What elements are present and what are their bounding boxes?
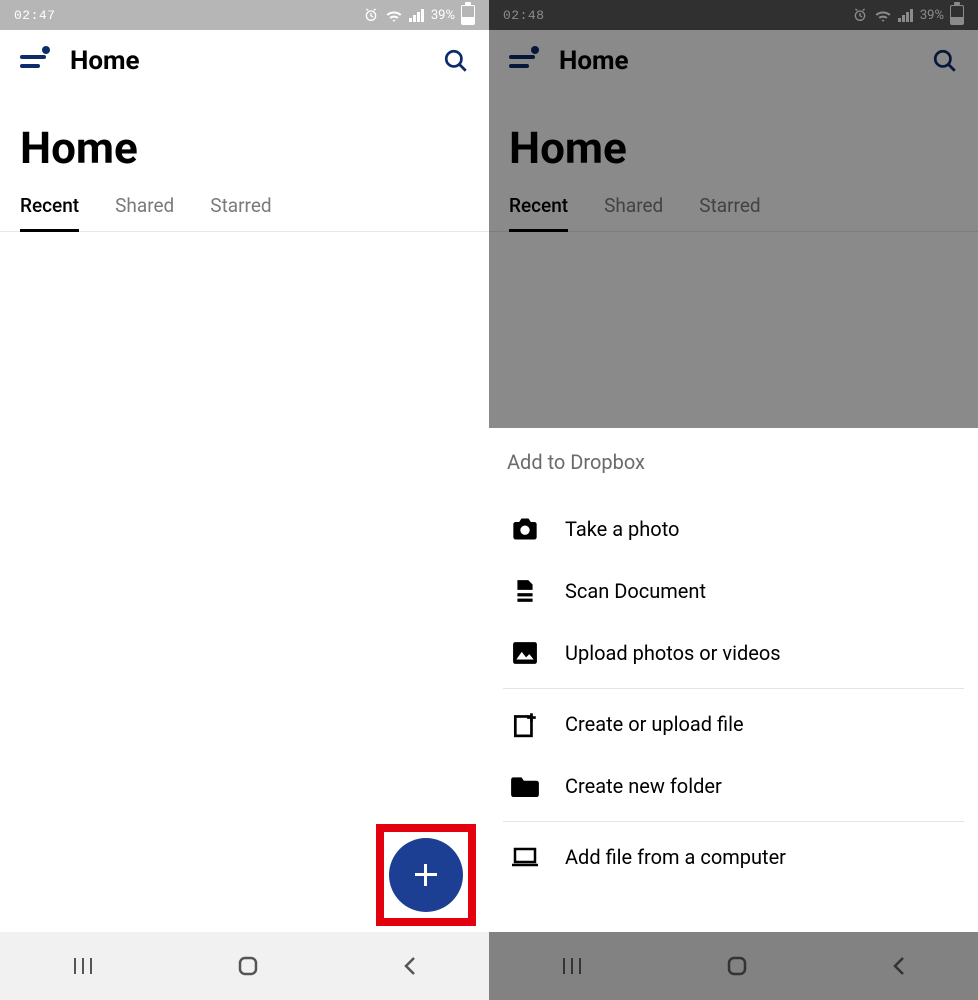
alarm-icon [363,7,379,23]
phone-screen-right: 02:48 39% Home Home [489,0,978,1000]
battery-percent: 39% [431,8,455,23]
status-bar: 02:47 39% [0,0,489,30]
camera-icon [511,516,539,542]
nav-home-button[interactable] [236,954,260,978]
nav-home-button[interactable] [725,954,749,978]
divider [503,688,964,689]
sheet-item-add-from-computer[interactable]: Add file from a computer [503,826,964,888]
laptop-icon [511,844,539,870]
sheet-item-upload-media[interactable]: Upload photos or videos [503,622,964,684]
sheet-item-create-upload-file[interactable]: Create or upload file [503,693,964,755]
tabs: Recent Shared Starred [0,194,489,232]
file-plus-icon [511,711,539,737]
folder-icon [511,773,539,799]
page-title: Home [0,92,489,194]
add-bottom-sheet: Add to Dropbox Take a photo Scan Documen… [489,428,978,932]
sheet-item-take-photo[interactable]: Take a photo [503,498,964,560]
scan-icon [511,578,539,604]
fab-highlight-box [376,824,476,926]
sheet-item-label: Add file from a computer [565,845,786,869]
status-icons: 39% [363,5,475,25]
sheet-item-create-folder[interactable]: Create new folder [503,755,964,817]
signal-icon [409,8,425,22]
sheet-item-label: Scan Document [565,579,706,603]
image-icon [511,640,539,666]
sheet-item-label: Upload photos or videos [565,641,781,665]
wifi-icon [385,8,403,22]
sheet-item-label: Take a photo [565,517,679,541]
app-header: Home [0,30,489,92]
sheet-title: Add to Dropbox [503,450,964,498]
battery-icon [461,5,475,25]
nav-back-button[interactable] [401,954,419,978]
tab-shared[interactable]: Shared [115,194,174,231]
header-title: Home [70,46,140,76]
notification-dot-icon [42,46,50,54]
fab-add-button[interactable] [389,838,463,912]
sheet-item-label: Create new folder [565,774,722,798]
sheet-item-scan-document[interactable]: Scan Document [503,560,964,622]
nav-back-button[interactable] [890,954,908,978]
status-time: 02:47 [14,8,56,23]
sheet-item-label: Create or upload file [565,712,744,736]
phone-screen-left: 02:47 39% Home Home Recent Shared St [0,0,489,1000]
plus-icon [415,864,437,886]
menu-button[interactable] [20,50,46,72]
search-button[interactable] [443,48,469,74]
tab-starred[interactable]: Starred [210,194,271,231]
system-nav-bar [0,932,489,1000]
system-nav-bar [489,932,978,1000]
nav-recents-button[interactable] [560,956,584,976]
divider [503,821,964,822]
nav-recents-button[interactable] [71,956,95,976]
tab-recent[interactable]: Recent [20,194,79,232]
